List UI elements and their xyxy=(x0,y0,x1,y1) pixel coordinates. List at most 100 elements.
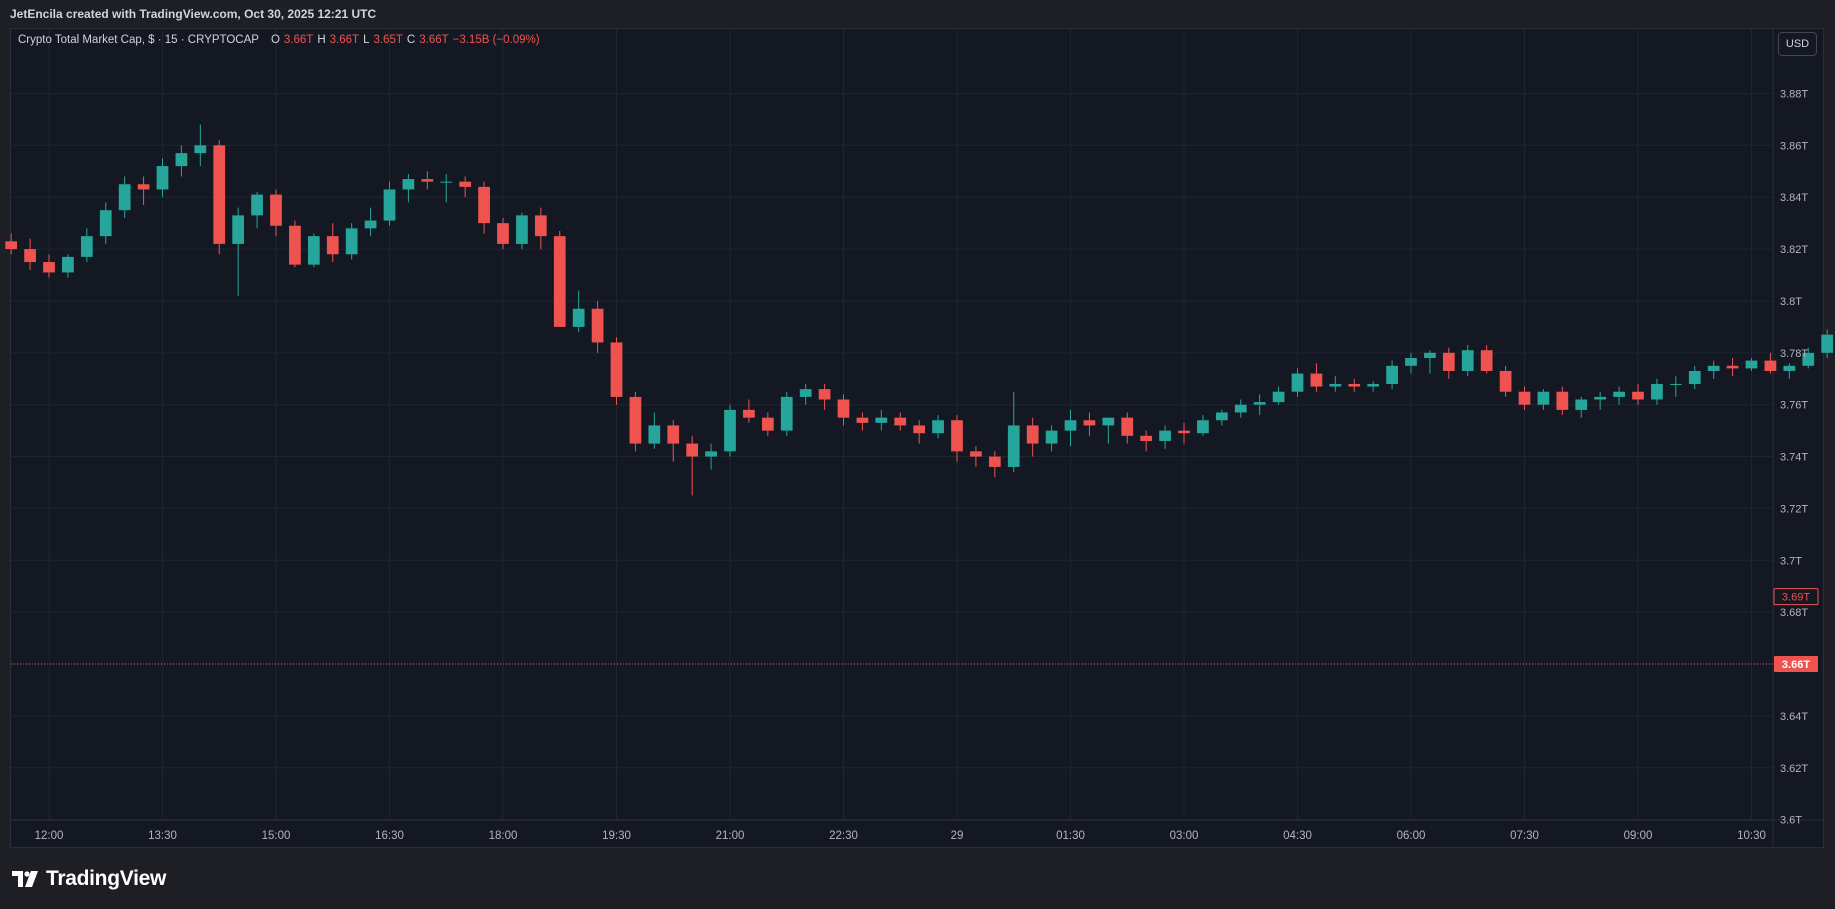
price-tick-label: 3.68T xyxy=(1780,607,1808,619)
candle-body xyxy=(648,425,661,444)
candle-body xyxy=(307,236,320,265)
candle-body xyxy=(364,220,377,229)
tradingview-logo-icon xyxy=(12,871,38,887)
time-tick-label: 16:30 xyxy=(375,830,404,842)
candle-body xyxy=(894,417,907,426)
legend-high-label: H xyxy=(317,34,326,46)
candle-body xyxy=(1215,412,1228,421)
candle-body xyxy=(591,308,604,343)
candle-body xyxy=(1310,373,1323,387)
candle-body xyxy=(856,417,869,423)
time-tick-label: 10:30 xyxy=(1737,830,1766,842)
candle-body xyxy=(932,420,944,434)
candle-body xyxy=(1159,430,1171,441)
candle-body xyxy=(875,417,888,423)
price-tick-label: 3.76T xyxy=(1780,400,1808,412)
legend-open-value: 3.66T xyxy=(283,34,314,46)
candle-body xyxy=(743,409,755,418)
candle-body xyxy=(440,181,453,183)
candle-body xyxy=(194,145,207,154)
price-tick-label: 3.6T xyxy=(1780,815,1802,827)
candle-body xyxy=(837,399,850,418)
candle-body xyxy=(951,420,963,452)
candle-body xyxy=(1556,391,1569,410)
price-tick-label: 3.82T xyxy=(1780,244,1808,256)
candle-body xyxy=(818,389,831,400)
candle-body xyxy=(383,189,396,221)
candle-body xyxy=(213,145,226,244)
legend-low-value: 3.65T xyxy=(373,34,403,46)
candle-body xyxy=(553,236,566,327)
candle-body xyxy=(1007,425,1020,467)
last-close-label: 3.69T xyxy=(1782,592,1810,604)
legend-high-value: 3.66T xyxy=(329,34,360,46)
candle-body xyxy=(1669,383,1682,385)
symbol-legend: Crypto Total Market Cap, $ · 15 · CRYPTO… xyxy=(18,34,540,46)
price-tick-label: 3.78T xyxy=(1780,348,1808,360)
candle-body xyxy=(5,241,18,250)
legend-close-value: 3.66T xyxy=(419,34,449,46)
time-tick-label: 07:30 xyxy=(1510,830,1539,842)
candle-body xyxy=(1367,383,1380,387)
time-tick-label: 06:00 xyxy=(1397,830,1426,842)
candle-body xyxy=(402,179,415,190)
candle-body xyxy=(1461,350,1474,371)
candle-body xyxy=(724,409,736,452)
candle-body xyxy=(572,308,585,327)
candle-body xyxy=(1821,334,1834,353)
candle-body xyxy=(478,186,490,224)
candle-body xyxy=(686,443,699,457)
candle-body xyxy=(705,451,717,457)
candle-body xyxy=(1499,370,1512,392)
tradingview-logo-text: TradingView xyxy=(46,867,167,890)
candlestick-chart[interactable]: 3.6T 3.62T 3.64T 3.66T 3.68T 3.7T 3.72T 3.74T 3.… xyxy=(0,0,1835,909)
candle-body xyxy=(780,396,793,431)
candle-body xyxy=(970,451,982,457)
candle-body xyxy=(1329,383,1342,387)
legend-symbol[interactable]: Crypto Total Market Cap, $ · 15 · CRYPTO… xyxy=(18,34,259,46)
time-tick-label: 04:30 xyxy=(1283,830,1312,842)
candle-body xyxy=(1026,425,1039,444)
candle-body xyxy=(667,425,680,444)
price-tick-label: 3.72T xyxy=(1780,503,1808,515)
candle-body xyxy=(1613,391,1625,397)
time-tick-label: 21:00 xyxy=(716,830,745,842)
candle-body xyxy=(534,215,547,237)
candle-body xyxy=(156,166,169,190)
price-tick-label: 3.88T xyxy=(1780,88,1808,100)
time-tick-label: 15:00 xyxy=(262,830,291,842)
candle-body xyxy=(913,425,926,434)
candle-body xyxy=(799,389,812,397)
candle-body xyxy=(629,396,642,444)
currency-button[interactable]: USD xyxy=(1778,32,1817,56)
candle-body xyxy=(1405,358,1417,366)
candle-body xyxy=(137,184,150,190)
price-tick-label: 3.8T xyxy=(1780,296,1802,308)
candle-body xyxy=(1424,352,1436,359)
candle-body xyxy=(1745,360,1758,369)
time-tick-label: 22:30 xyxy=(829,830,858,842)
time-tick-label: 12:00 xyxy=(35,830,64,842)
candle-body xyxy=(1688,370,1701,384)
candle-body xyxy=(1632,391,1644,400)
candle-body xyxy=(1178,430,1190,434)
candle-body xyxy=(610,342,623,397)
time-tick-label: 13:30 xyxy=(148,830,177,842)
candle-body xyxy=(1102,417,1115,426)
candle-body xyxy=(251,194,263,216)
candle-body xyxy=(1272,391,1285,403)
candle-body xyxy=(1651,383,1663,400)
candle-body xyxy=(1045,430,1058,444)
candle-body xyxy=(270,194,282,226)
price-tick-label: 3.86T xyxy=(1780,140,1808,152)
candle-body xyxy=(516,215,528,244)
candle-body xyxy=(1764,360,1777,371)
price-tick-label: 3.64T xyxy=(1780,711,1808,723)
candle-body xyxy=(1291,373,1304,392)
candle-body xyxy=(497,223,509,244)
candle-body xyxy=(1348,383,1361,387)
candle-body xyxy=(761,417,774,431)
legend-change: −3.15B (−0.09%) xyxy=(452,34,540,46)
legend-low-label: L xyxy=(363,34,370,46)
price-tick-label: 3.74T xyxy=(1780,452,1808,464)
